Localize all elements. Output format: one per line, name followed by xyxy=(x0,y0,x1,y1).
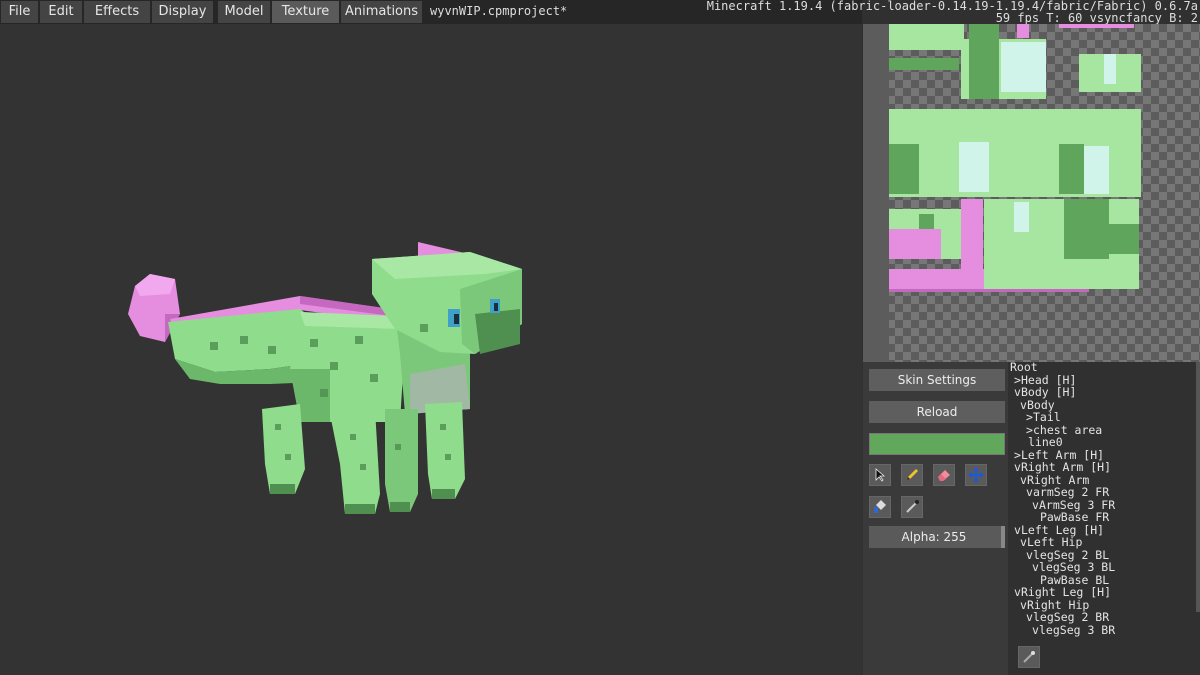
tree-node-label: legSeg 3 BR xyxy=(1039,622,1116,637)
expand-arrow-icon[interactable]: v xyxy=(1014,386,1021,398)
expand-arrow-icon[interactable]: v xyxy=(1020,474,1027,486)
menu-effects[interactable]: Effects xyxy=(84,1,150,23)
settings-icon[interactable] xyxy=(1018,646,1040,668)
expand-arrow-icon[interactable]: v xyxy=(1026,549,1033,561)
wyvern-model[interactable] xyxy=(0,24,862,675)
tree-node[interactable]: vlegSeg 2 BL xyxy=(1026,549,1109,561)
expand-arrow-icon[interactable]: v xyxy=(1020,536,1027,548)
texture-scroll-strip[interactable] xyxy=(863,24,889,362)
tree-node[interactable]: >Tail xyxy=(1026,411,1061,423)
tree-node[interactable]: vArmSeg 3 FR xyxy=(1032,499,1115,511)
menu-model[interactable]: Model xyxy=(218,1,270,23)
tree-scrollbar[interactable] xyxy=(1196,362,1200,612)
tree-node[interactable]: vlegSeg 3 BR xyxy=(1032,624,1115,636)
alpha-label: Alpha: 255 xyxy=(901,530,967,544)
expand-arrow-icon[interactable]: v xyxy=(1014,524,1021,536)
expand-arrow-icon[interactable]: v xyxy=(1032,499,1039,511)
tree-node[interactable]: vBody xyxy=(1020,399,1055,411)
tree-node[interactable]: vRight Arm [H] xyxy=(1014,461,1111,473)
tree-node[interactable]: vlegSeg 2 BR xyxy=(1026,611,1109,623)
collapse-arrow-icon[interactable]: > xyxy=(1014,374,1021,386)
collapse-arrow-icon[interactable]: > xyxy=(1014,449,1021,461)
tree-node[interactable]: line0 xyxy=(1028,436,1063,448)
expand-arrow-icon[interactable]: v xyxy=(1032,561,1039,573)
model-tree: Root >Head [H] vBody [H] vBody >Tail >chest a… xyxy=(1008,361,1200,675)
expand-arrow-icon[interactable]: v xyxy=(1020,599,1027,611)
tree-node[interactable]: vRight Leg [H] xyxy=(1014,586,1111,598)
fill-icon[interactable] xyxy=(869,496,891,518)
pencil-icon[interactable] xyxy=(901,464,923,486)
color-picker-icon[interactable] xyxy=(901,496,923,518)
tree-node[interactable]: vLeft Leg [H] xyxy=(1014,524,1104,536)
move-icon[interactable] xyxy=(965,464,987,486)
eraser-icon[interactable] xyxy=(933,464,955,486)
collapse-arrow-icon[interactable]: > xyxy=(1026,424,1033,436)
project-title: wyvnWIP.cpmproject* xyxy=(430,4,568,18)
tree-node[interactable]: Root xyxy=(1010,361,1038,373)
tree-node[interactable]: >chest area xyxy=(1026,424,1102,436)
tree-node[interactable]: vRight Arm xyxy=(1020,474,1089,486)
expand-arrow-icon[interactable]: v xyxy=(1026,486,1033,498)
tree-node[interactable]: vlegSeg 3 BL xyxy=(1032,561,1115,573)
tree-node[interactable]: PawBase FR xyxy=(1040,511,1109,523)
model-viewport[interactable] xyxy=(0,24,862,675)
debug-info-line2: 59 fps T: 60 vsyncfancy B: 2 xyxy=(995,11,1198,25)
expand-arrow-icon[interactable]: v xyxy=(1026,611,1033,623)
debug-info: Minecraft 1.19.4 (fabric-loader-0.14.19-… xyxy=(707,0,1198,24)
tree-node[interactable]: varmSeg 2 FR xyxy=(1026,486,1109,498)
expand-arrow-icon[interactable]: v xyxy=(1032,624,1039,636)
tree-node[interactable]: vRight Hip xyxy=(1020,599,1089,611)
menu-display[interactable]: Display xyxy=(152,1,213,23)
collapse-arrow-icon[interactable]: > xyxy=(1026,411,1033,423)
menu-texture[interactable]: Texture xyxy=(272,1,339,23)
menu-file[interactable]: File xyxy=(1,1,38,23)
paint-color-swatch[interactable] xyxy=(869,433,1005,455)
tree-node[interactable]: vLeft Hip xyxy=(1020,536,1082,548)
tree-node[interactable]: PawBase BL xyxy=(1040,574,1109,586)
tree-node[interactable]: vBody [H] xyxy=(1014,386,1076,398)
skin-settings-button[interactable]: Skin Settings xyxy=(869,369,1005,391)
alpha-slider[interactable]: Alpha: 255 xyxy=(869,526,1005,548)
reload-button[interactable]: Reload xyxy=(869,401,1005,423)
tree-node[interactable]: >Head [H] xyxy=(1014,374,1076,386)
texture-image[interactable] xyxy=(889,24,1200,362)
expand-arrow-icon[interactable]: v xyxy=(1014,586,1021,598)
menu-animations[interactable]: Animations xyxy=(341,1,422,23)
alpha-slider-handle[interactable] xyxy=(1001,526,1005,548)
tools-panel: Skin Settings Reload Alpha: 255 xyxy=(863,362,1008,675)
expand-arrow-icon[interactable]: v xyxy=(1020,399,1027,411)
menu-edit[interactable]: Edit xyxy=(40,1,82,23)
select-icon[interactable] xyxy=(869,464,891,486)
expand-arrow-icon[interactable]: v xyxy=(1014,461,1021,473)
texture-editor[interactable] xyxy=(863,24,1200,362)
tree-node[interactable]: >Left Arm [H] xyxy=(1014,449,1104,461)
